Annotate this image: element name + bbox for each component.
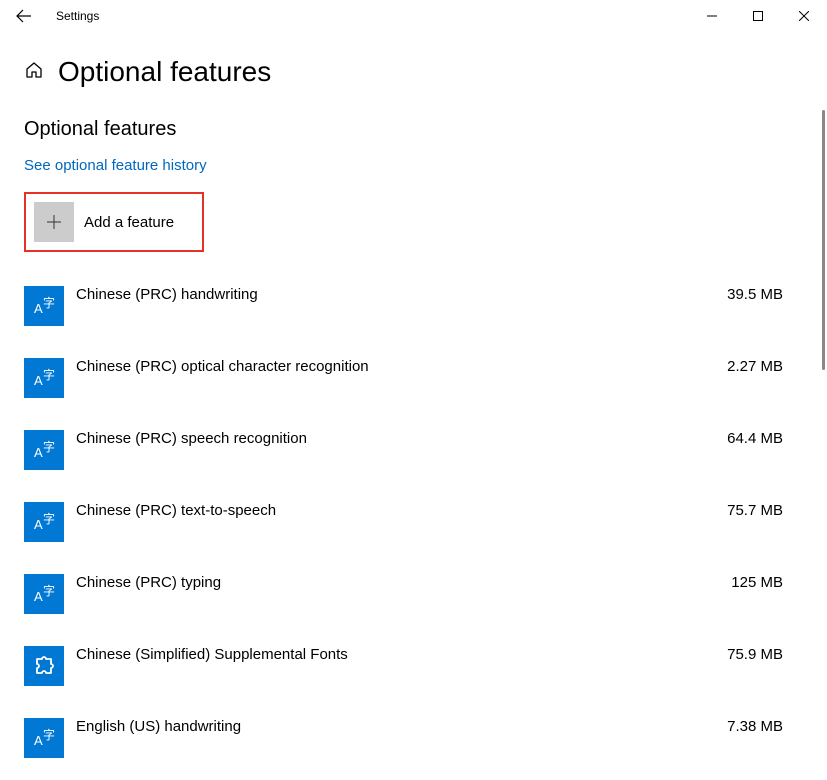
svg-text:字: 字 xyxy=(43,511,55,526)
window-controls xyxy=(689,0,827,32)
page-header: Optional features xyxy=(0,32,827,104)
feature-row[interactable]: A字 Chinese (PRC) typing125 MB xyxy=(24,564,803,636)
svg-text:字: 字 xyxy=(43,727,55,742)
svg-text:字: 字 xyxy=(43,295,55,310)
feature-row[interactable]: A字 Chinese (PRC) handwriting39.5 MB xyxy=(24,276,803,348)
svg-text:字: 字 xyxy=(43,367,55,382)
page-title: Optional features xyxy=(58,56,271,88)
feature-name: English (US) handwriting xyxy=(76,718,723,735)
svg-text:A: A xyxy=(34,733,43,748)
feature-row[interactable]: A字 Chinese (PRC) optical character recogn… xyxy=(24,348,803,420)
app-title: Settings xyxy=(56,9,99,23)
add-feature-label: Add a feature xyxy=(84,214,174,231)
minimize-button[interactable] xyxy=(689,0,735,32)
language-icon: A字 xyxy=(24,430,64,470)
feature-name: Chinese (PRC) handwriting xyxy=(76,286,723,303)
add-feature-button[interactable]: Add a feature xyxy=(32,200,176,244)
home-button[interactable] xyxy=(24,60,44,85)
svg-text:字: 字 xyxy=(43,439,55,454)
puzzle-icon xyxy=(24,646,64,686)
feature-row[interactable]: Chinese (Simplified) Supplemental Fonts7… xyxy=(24,636,803,708)
maximize-button[interactable] xyxy=(735,0,781,32)
feature-size: 75.9 MB xyxy=(723,646,803,663)
minimize-icon xyxy=(707,11,717,21)
feature-size: 125 MB xyxy=(723,574,803,591)
feature-name: Chinese (PRC) text-to-speech xyxy=(76,502,723,519)
feature-history-link[interactable]: See optional feature history xyxy=(24,157,207,174)
title-bar: Settings xyxy=(0,0,827,32)
svg-text:A: A xyxy=(34,373,43,388)
svg-text:A: A xyxy=(34,301,43,316)
back-button[interactable] xyxy=(0,0,48,32)
feature-size: 75.7 MB xyxy=(723,502,803,519)
svg-text:A: A xyxy=(34,589,43,604)
feature-name: Chinese (PRC) speech recognition xyxy=(76,430,723,447)
close-button[interactable] xyxy=(781,0,827,32)
feature-size: 64.4 MB xyxy=(723,430,803,447)
language-icon: A字 xyxy=(24,718,64,758)
language-icon: A字 xyxy=(24,502,64,542)
close-icon xyxy=(799,11,809,21)
home-icon xyxy=(24,60,44,80)
feature-size: 2.27 MB xyxy=(723,358,803,375)
feature-size: 7.38 MB xyxy=(723,718,803,735)
add-feature-highlight: Add a feature xyxy=(24,192,204,252)
feature-row[interactable]: A字 Chinese (PRC) text-to-speech75.7 MB xyxy=(24,492,803,564)
feature-name: Chinese (PRC) optical character recognit… xyxy=(76,358,723,375)
feature-list: A字Chinese (PRC) handwriting39.5 MBA字Chin… xyxy=(24,276,803,780)
maximize-icon xyxy=(753,11,763,21)
back-arrow-icon xyxy=(16,8,32,24)
scrollbar-thumb[interactable] xyxy=(822,110,825,370)
plus-icon xyxy=(46,214,62,230)
language-icon: A字 xyxy=(24,574,64,614)
feature-row[interactable]: A字 Chinese (PRC) speech recognition64.4 M… xyxy=(24,420,803,492)
language-icon: A字 xyxy=(24,358,64,398)
svg-text:字: 字 xyxy=(43,583,55,598)
plus-tile xyxy=(34,202,74,242)
content-area: Optional features See optional feature h… xyxy=(0,118,827,780)
feature-size: 39.5 MB xyxy=(723,286,803,303)
svg-text:A: A xyxy=(34,517,43,532)
feature-name: Chinese (Simplified) Supplemental Fonts xyxy=(76,646,723,663)
section-title: Optional features xyxy=(24,118,803,141)
feature-name: Chinese (PRC) typing xyxy=(76,574,723,591)
language-icon: A字 xyxy=(24,286,64,326)
svg-text:A: A xyxy=(34,445,43,460)
feature-row[interactable]: A字 English (US) handwriting7.38 MB xyxy=(24,708,803,780)
